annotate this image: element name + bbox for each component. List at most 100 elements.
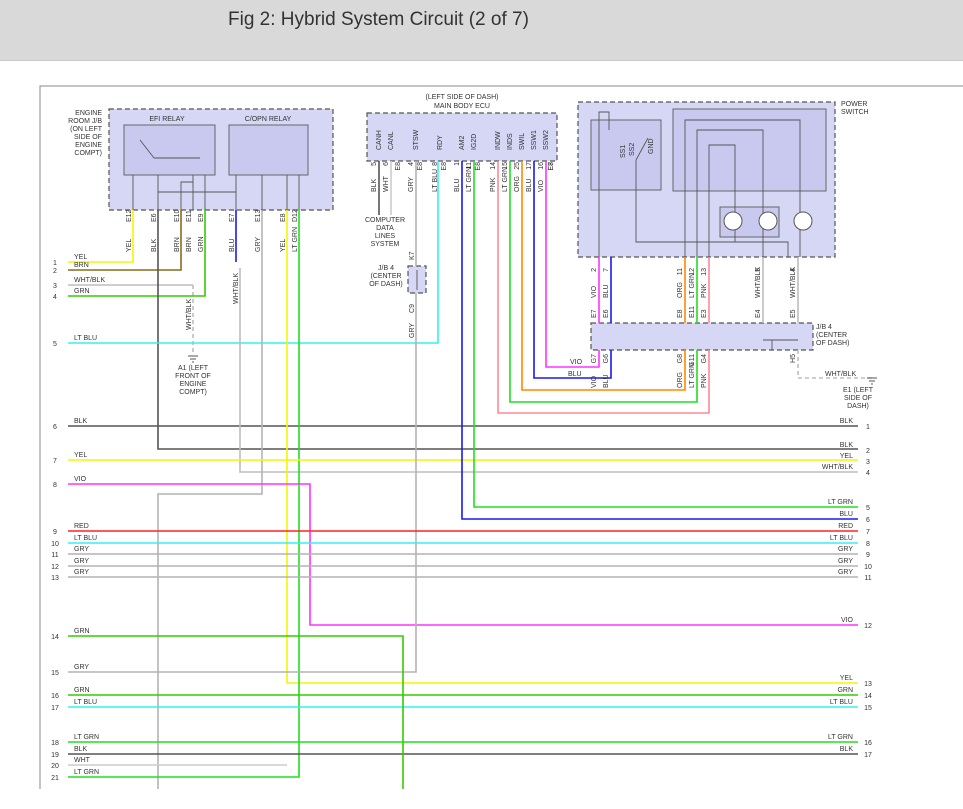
engine-room-jb-label: ENGINE <box>75 110 102 117</box>
left-pin-number: 1 <box>53 260 57 267</box>
right-wire-color: GRY <box>838 558 853 565</box>
left-pin-number: 2 <box>53 268 57 275</box>
ecu-pin-ssw2: SSW2 <box>543 130 550 150</box>
left-wire-color: YEL <box>74 254 87 261</box>
ecu-wire-color: LT GRN <box>502 167 509 192</box>
jb4-bottom-pin: G4 <box>701 354 708 363</box>
wire-color: BLU <box>568 371 582 378</box>
ground-a1-label: FRONT OF <box>175 373 211 380</box>
right-pin-number: 15 <box>864 705 872 712</box>
right-wire-color: GRN <box>837 687 853 694</box>
engine-room-jb-label: (ON LEFT <box>70 126 103 133</box>
ps-pin-number: 7 <box>603 268 610 272</box>
right-pin-number: 14 <box>864 693 872 700</box>
jb4-small-label: OF DASH) <box>369 281 402 288</box>
right-pin-number: 11 <box>864 575 871 582</box>
ecu-wire-color: WHT <box>383 175 390 192</box>
relay-pin: E6 <box>151 213 158 222</box>
relay-pin: E10 <box>174 209 181 222</box>
wire-brn-2 <box>68 210 182 271</box>
relay-wire-color: BRN <box>174 237 181 252</box>
left-wire-color: WHT/BLK <box>74 277 105 284</box>
right-pin-number: 17 <box>864 752 872 759</box>
ecu-pin-number: 1 <box>454 162 461 166</box>
relay-wire-color: YEL <box>280 239 287 252</box>
ground-e1-label: DASH) <box>847 403 869 410</box>
left-wire-color: GRN <box>74 628 90 635</box>
left-pin-number: 3 <box>53 283 57 290</box>
left-wire-color: VIO <box>74 476 87 483</box>
jb4-top-pin: E3 <box>701 309 708 318</box>
right-pin-number: 10 <box>864 564 872 571</box>
jb4-bottom-wire-color: LT GRN <box>689 363 696 388</box>
ecu-connector: E7 <box>548 162 555 171</box>
ecu-wire-color: ORG <box>514 176 521 192</box>
ecu-pin-number: 14 <box>490 162 497 170</box>
ecu-wire-color: LT GRN <box>466 167 473 192</box>
copn-relay <box>228 124 309 176</box>
left-pin-number: 20 <box>51 763 59 770</box>
left-wire-color: BLK <box>74 418 88 425</box>
jb4-bottom-pin: G6 <box>603 354 610 363</box>
indicator-block <box>672 108 827 192</box>
copn-relay-label: C/OPN RELAY <box>245 116 292 123</box>
relay-pin: E9 <box>198 213 205 222</box>
wire-grn-14 <box>68 635 404 789</box>
jb4-label: OF DASH) <box>816 340 849 347</box>
ecu-pin-rdy: RDY <box>437 135 444 150</box>
relay-wire-color: BRN <box>186 237 193 252</box>
led-icon <box>793 211 813 231</box>
wire-color: WHT/BLK <box>233 273 240 304</box>
ecu-wire-color: VIO <box>538 179 545 192</box>
relay-wire-color: BLU <box>229 238 236 252</box>
relay-wire-color: GRN <box>198 236 205 252</box>
relay-pin: E8 <box>280 213 287 222</box>
wire-whtblk-e7 <box>239 268 858 473</box>
left-wire-color: BRN <box>74 262 89 269</box>
ecu-pin-swil: SWIL <box>519 133 526 150</box>
ecu-wire-color: PNK <box>490 177 497 192</box>
right-pin-number: 6 <box>866 517 870 524</box>
left-wire-color: LT BLU <box>74 699 97 706</box>
computer-data-lines-label: DATA <box>376 225 394 232</box>
ps-wire-color: ORG <box>677 282 684 298</box>
jb4-small-label: (CENTER <box>370 273 401 280</box>
right-pin-number: 7 <box>866 529 870 536</box>
engine-room-jb-label: COMPT) <box>74 150 102 157</box>
ecu-pin-stsw: STSW <box>413 129 420 150</box>
left-wire-color: RED <box>74 523 89 530</box>
wire-color: WHT/BLK <box>186 299 193 330</box>
right-pin-number: 1 <box>866 424 870 431</box>
right-wire-color: GRY <box>838 546 853 553</box>
left-pin-number: 4 <box>53 294 57 301</box>
left-wire-color: GRY <box>74 558 89 565</box>
right-pin-number: 16 <box>864 740 872 747</box>
jb4-bottom-pin: G8 <box>677 354 684 363</box>
ps-wire-color: PNK <box>701 283 708 298</box>
led-icon <box>758 211 778 231</box>
jb4-bottom-pin: H5 <box>790 354 797 363</box>
ecu-pin-number: 4 <box>408 162 415 166</box>
jb4-label: (CENTER <box>816 332 847 339</box>
ps-wire-color: LT GRN <box>689 273 696 298</box>
ps-pin-ss2: SS2 <box>629 143 636 156</box>
right-wire-color: YEL <box>840 675 853 682</box>
jb4-top-pin: E7 <box>591 309 598 318</box>
ground-icon <box>188 355 198 363</box>
ps-wire-color: WHT/BLK <box>790 267 797 298</box>
ps-pin-number: 11 <box>677 268 684 275</box>
ps-wire-color: BLU <box>603 284 610 298</box>
left-pin-number: 19 <box>51 752 59 759</box>
jb4-center-dash <box>590 322 814 351</box>
ecu-wire-color: BLU <box>526 178 533 192</box>
right-wire-color: LT BLU <box>830 535 853 542</box>
right-pin-number: 4 <box>866 470 870 477</box>
left-pin-number: 9 <box>53 529 57 536</box>
ecu-wire-color: GRY <box>408 177 415 192</box>
ecu-connector: E8 <box>441 162 448 171</box>
jb4-top-pin: E6 <box>603 309 610 318</box>
ground-a1-label: A1 (LEFT <box>178 365 209 372</box>
computer-data-lines-label: COMPUTER <box>365 217 405 224</box>
ecu-name: MAIN BODY ECU <box>434 103 490 110</box>
right-wire-color: RED <box>838 523 853 530</box>
